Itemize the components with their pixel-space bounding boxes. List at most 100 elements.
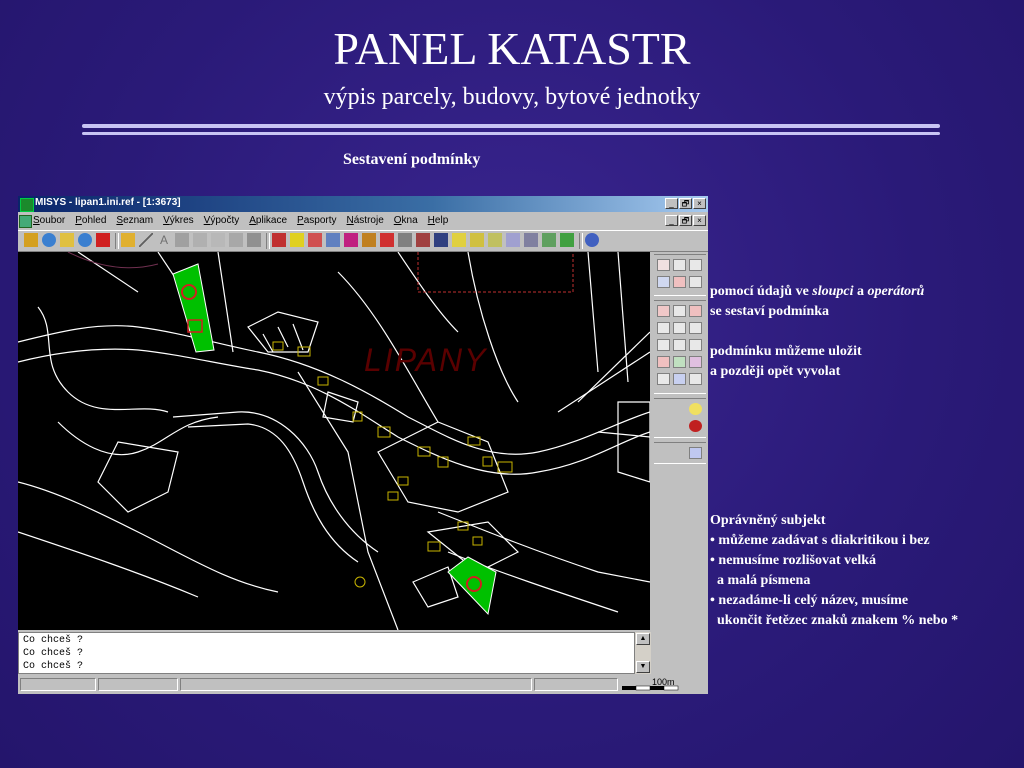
zoom-window-icon[interactable] (60, 233, 74, 247)
child-minimize-button[interactable]: _ (665, 215, 678, 226)
menu-soubor[interactable]: Soubor (33, 215, 65, 226)
select-icon[interactable] (121, 233, 135, 247)
point-tool-icon[interactable] (175, 233, 189, 247)
cadastral-map[interactable]: LIPANY (18, 252, 650, 630)
document-icon[interactable] (19, 215, 32, 228)
vertex-icon[interactable] (657, 420, 670, 432)
misys-window[interactable]: MISYS - lipan1.ini.ref - [1:3673] _ 🗗 × … (18, 196, 708, 694)
command-output[interactable]: Co chceš ? Co chceš ? Co chceš ? (18, 632, 635, 674)
move-tool-icon[interactable] (193, 233, 207, 247)
note-emphasis: operátorů (867, 284, 925, 299)
table-icon[interactable] (416, 233, 430, 247)
command-scrollbar[interactable]: ▲ ▼ (635, 632, 651, 674)
point-pair-icon[interactable] (673, 403, 686, 415)
menu-pasporty[interactable]: Pasporty (297, 215, 336, 226)
command-line: Co chceš ? (23, 648, 84, 659)
menu-pohled[interactable]: Pohled (75, 215, 106, 226)
close-button[interactable]: × (693, 198, 706, 209)
folder-icon[interactable] (452, 233, 466, 247)
bulb-icon[interactable] (689, 403, 702, 415)
nav-select-icon[interactable] (657, 356, 670, 368)
building-icon[interactable] (272, 233, 286, 247)
link-icon[interactable] (673, 420, 686, 432)
nav-next-icon[interactable] (689, 339, 702, 351)
menu-seznam[interactable]: Seznam (116, 215, 153, 226)
chart-icon[interactable] (542, 233, 556, 247)
layers-icon[interactable] (326, 233, 340, 247)
menu-okna[interactable]: Okna (394, 215, 418, 226)
main-toolbar: A (18, 230, 708, 252)
nav-mark-icon[interactable] (689, 356, 702, 368)
folder-open-icon[interactable] (470, 233, 484, 247)
shape-icon[interactable] (689, 447, 702, 459)
menu-bar: Soubor Pohled Seznam Výkres Výpočty Apli… (18, 213, 708, 229)
window-titlebar[interactable]: MISYS - lipan1.ini.ref - [1:3673] _ 🗗 × (18, 196, 708, 212)
command-line: Co chceš ? (23, 635, 84, 646)
marker-icon[interactable] (380, 233, 394, 247)
zoom-out-icon[interactable] (78, 233, 92, 247)
measure-tool-icon[interactable] (247, 233, 261, 247)
intersection-icon[interactable] (344, 233, 358, 247)
side-group-edit (654, 398, 706, 438)
pen-icon[interactable] (657, 447, 670, 459)
nav-rewind-icon[interactable] (657, 373, 670, 385)
nav-prev-icon[interactable] (657, 339, 670, 351)
delete-tool-icon[interactable] (229, 233, 243, 247)
print-icon[interactable] (398, 233, 412, 247)
globe-icon[interactable] (585, 233, 599, 247)
menu-nastroje[interactable]: Nástroje (347, 215, 384, 226)
note-text: pomocí údajů ve (710, 284, 813, 299)
nav-ok-icon[interactable] (673, 356, 686, 368)
window-title: MISYS - lipan1.ini.ref - [1:3673] (35, 197, 181, 208)
restore-button[interactable]: 🗗 (679, 198, 692, 209)
scroll-down-button[interactable]: ▼ (636, 661, 650, 673)
minimize-button[interactable]: _ (665, 198, 678, 209)
side-group-view (654, 254, 706, 296)
crosshair-icon[interactable] (689, 259, 702, 271)
child-close-button[interactable]: × (693, 215, 706, 226)
menu-vypocty[interactable]: Výpočty (204, 215, 240, 226)
parcel-icon[interactable] (308, 233, 322, 247)
menu-help[interactable]: Help (428, 215, 449, 226)
slide-subtitle: výpis parcely, budovy, bytové jednotky (323, 84, 701, 110)
nav-up-icon[interactable] (673, 305, 686, 317)
list-icon[interactable] (488, 233, 502, 247)
line-tool-icon[interactable] (139, 233, 153, 247)
sum-icon[interactable] (524, 233, 538, 247)
status-field (98, 678, 178, 691)
nav-left-icon[interactable] (657, 322, 670, 334)
nav-page-icon[interactable] (689, 305, 702, 317)
check-icon[interactable] (560, 233, 574, 247)
note-heading: Oprávněný subjekt (710, 513, 826, 528)
menu-vykres[interactable]: Výkres (163, 215, 194, 226)
scroll-up-button[interactable]: ▲ (636, 633, 650, 645)
point-red-icon[interactable] (657, 403, 670, 415)
nav-grid-icon[interactable] (689, 373, 702, 385)
save-icon[interactable] (434, 233, 448, 247)
nav-first-icon[interactable] (657, 305, 670, 317)
coordinates-icon[interactable] (689, 276, 702, 288)
nav-top-icon[interactable] (673, 373, 686, 385)
flag-icon[interactable] (290, 233, 304, 247)
nav-center-icon[interactable] (673, 322, 686, 334)
edit-tool-icon[interactable] (211, 233, 225, 247)
undo-icon[interactable] (657, 259, 670, 271)
nav-right-icon[interactable] (689, 322, 702, 334)
stop-icon[interactable] (673, 276, 686, 288)
redraw-icon[interactable] (96, 233, 110, 247)
text-tool-icon[interactable]: A (157, 233, 171, 247)
menu-aplikace[interactable]: Aplikace (249, 215, 287, 226)
note-emphasis: sloupci (812, 284, 854, 299)
open-layer-icon[interactable] (24, 233, 38, 247)
child-restore-button[interactable]: 🗗 (679, 215, 692, 226)
grid-icon[interactable] (506, 233, 520, 247)
zoom-in-icon[interactable] (42, 233, 56, 247)
pen-alt-icon[interactable] (673, 447, 686, 459)
nav-down-icon[interactable] (673, 339, 686, 351)
ring-icon[interactable] (689, 420, 702, 432)
redo-icon[interactable] (657, 276, 670, 288)
tools-icon[interactable] (362, 233, 376, 247)
side-group-draw (654, 442, 706, 464)
slide-title: PANEL KATASTR (333, 23, 691, 74)
info-icon[interactable] (673, 259, 686, 271)
